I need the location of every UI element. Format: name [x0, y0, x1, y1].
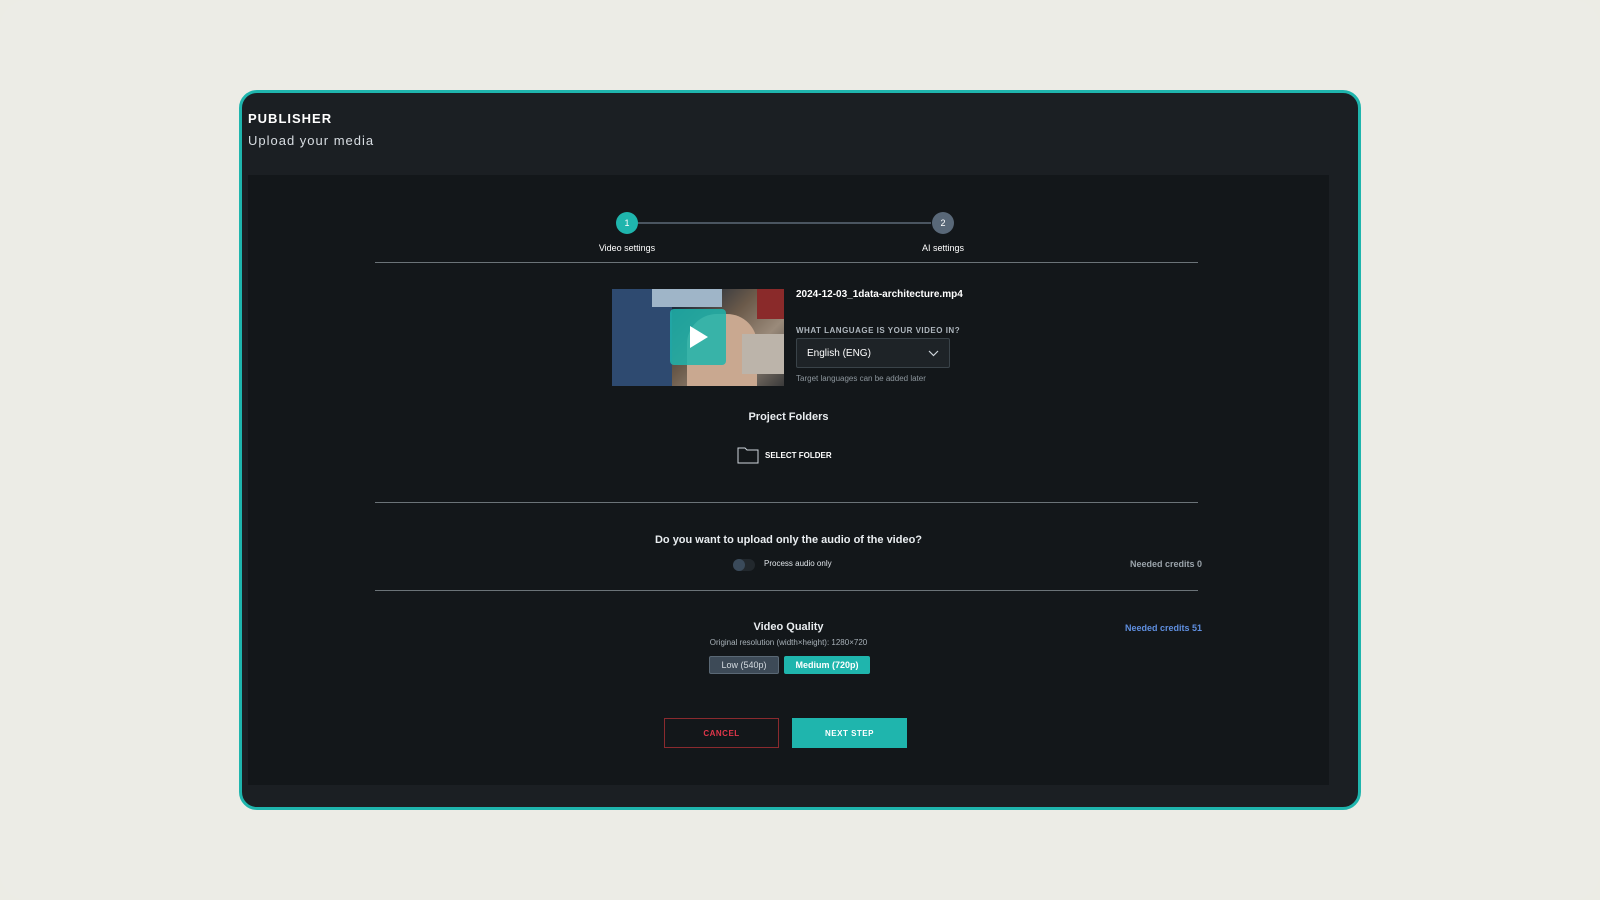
quality-medium-button[interactable]: Medium (720p) [784, 656, 870, 674]
language-select[interactable]: English (ENG) [796, 338, 950, 368]
publisher-window: PUBLISHER Upload your media 1 2 Video se… [239, 90, 1361, 810]
language-value: English (ENG) [807, 347, 871, 359]
video-filename: 2024-12-03_1data-architecture.mp4 [796, 289, 963, 300]
audio-question: Do you want to upload only the audio of … [654, 534, 923, 546]
thumb-red-object [757, 289, 784, 319]
divider [375, 590, 1198, 591]
app-title: PUBLISHER [248, 111, 333, 126]
play-icon [690, 326, 708, 348]
quality-low-button[interactable]: Low (540p) [709, 656, 779, 674]
thumb-couch [742, 334, 784, 374]
step-1-indicator[interactable]: 1 [616, 212, 638, 234]
chevron-down-icon [928, 350, 939, 356]
select-folder-label: SELECT FOLDER [765, 450, 832, 460]
original-resolution: Original resolution (width×height): 1280… [709, 638, 868, 647]
video-thumbnail[interactable] [612, 289, 784, 386]
step-2-label: AI settings [921, 243, 965, 253]
audio-credits: Needed credits 0 [1129, 559, 1202, 569]
divider [375, 502, 1198, 503]
play-button[interactable] [670, 309, 726, 365]
step-2-indicator[interactable]: 2 [932, 212, 954, 234]
folder-icon [737, 447, 759, 464]
project-folders-title: Project Folders [748, 411, 829, 423]
thumb-window [652, 289, 722, 307]
select-folder-button[interactable]: SELECT FOLDER [737, 445, 832, 465]
cancel-button[interactable]: CANCEL [664, 718, 779, 748]
quality-credits[interactable]: Needed credits 51 [1125, 623, 1202, 633]
divider [375, 262, 1198, 263]
toggle-knob [733, 559, 745, 571]
language-label: WHAT LANGUAGE IS YOUR VIDEO IN? [796, 326, 961, 335]
stepper-line [627, 222, 931, 224]
process-audio-toggle[interactable] [733, 559, 755, 571]
step-1-label: Video settings [598, 243, 656, 253]
page-subtitle: Upload your media [248, 133, 375, 148]
upload-panel: 1 2 Video settings AI settings 2024-12-0… [248, 175, 1329, 785]
process-audio-label: Process audio only [764, 559, 832, 568]
next-step-button[interactable]: NEXT STEP [792, 718, 907, 748]
language-hint: Target languages can be added later [796, 374, 926, 383]
